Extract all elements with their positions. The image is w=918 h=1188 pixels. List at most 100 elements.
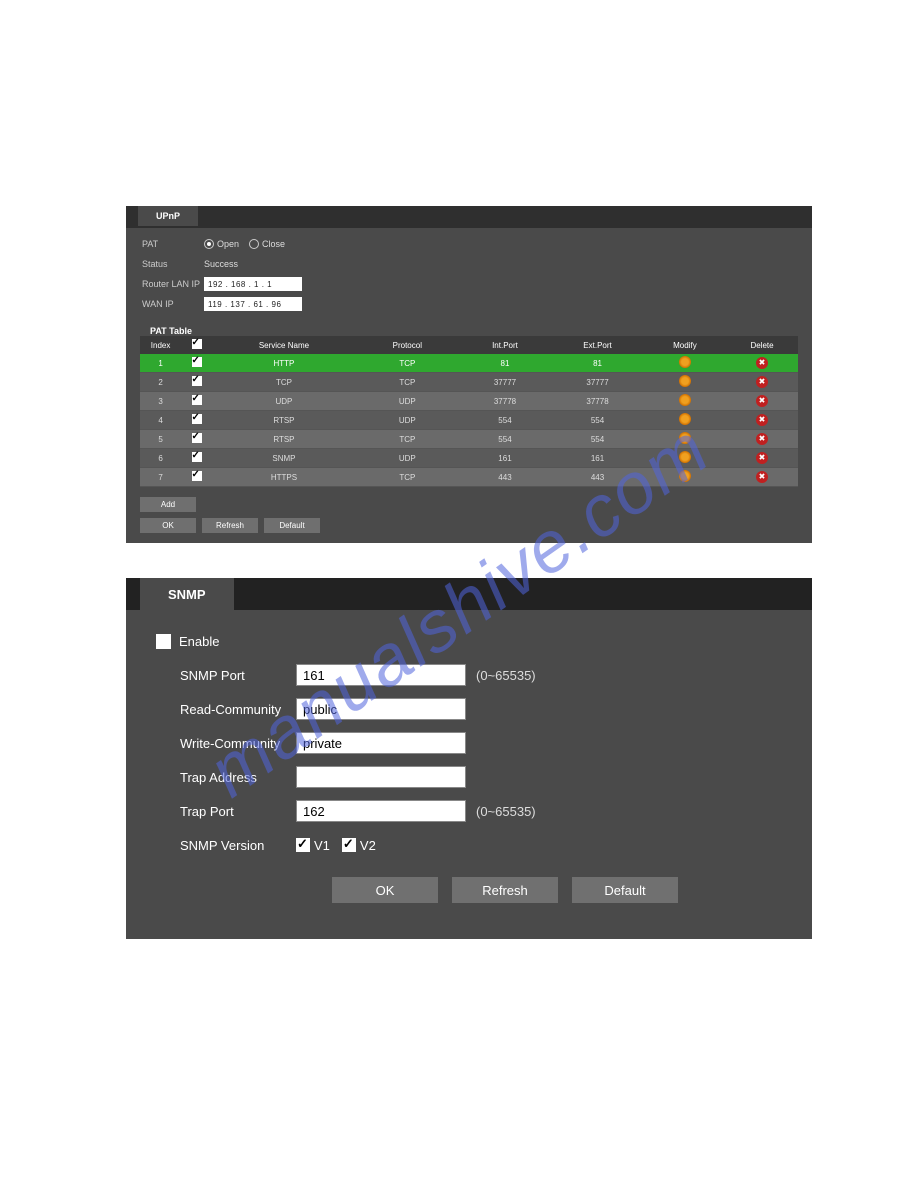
pat-header-row: Index Service Name Protocol Int.Port Ext… xyxy=(140,336,798,354)
col-protocol: Protocol xyxy=(356,336,459,354)
refresh-button[interactable]: Refresh xyxy=(202,518,258,533)
snmp-tabbar: SNMP xyxy=(126,578,812,610)
edit-icon[interactable] xyxy=(679,356,691,368)
cell-service: HTTP xyxy=(212,354,356,373)
add-button[interactable]: Add xyxy=(140,497,196,512)
snmp-port-hint: (0~65535) xyxy=(476,668,536,683)
pat-table: Index Service Name Protocol Int.Port Ext… xyxy=(140,336,798,487)
cell-intport: 443 xyxy=(459,468,552,487)
write-community-label: Write-Community xyxy=(156,736,296,751)
cell-extport: 81 xyxy=(551,354,644,373)
pat-open-radio[interactable] xyxy=(204,239,214,249)
cell-extport: 554 xyxy=(551,430,644,449)
delete-icon[interactable]: ✖ xyxy=(756,376,768,388)
v2-label: V2 xyxy=(360,838,376,853)
edit-icon[interactable] xyxy=(679,432,691,444)
trap-port-label: Trap Port xyxy=(156,804,296,819)
cell-index: 6 xyxy=(140,449,181,468)
cell-protocol: UDP xyxy=(356,411,459,430)
status-label: Status xyxy=(142,259,204,269)
pat-label: PAT xyxy=(142,239,204,249)
cell-protocol: TCP xyxy=(356,468,459,487)
row-checkbox[interactable] xyxy=(192,357,202,367)
delete-icon[interactable]: ✖ xyxy=(756,433,768,445)
col-check xyxy=(181,336,212,354)
row-checkbox[interactable] xyxy=(192,452,202,462)
write-community-input[interactable]: private xyxy=(296,732,466,754)
table-row[interactable]: 2TCPTCP3777737777✖ xyxy=(140,373,798,392)
cell-extport: 161 xyxy=(551,449,644,468)
row-checkbox[interactable] xyxy=(192,376,202,386)
cell-index: 3 xyxy=(140,392,181,411)
read-community-input[interactable]: public xyxy=(296,698,466,720)
header-checkbox[interactable] xyxy=(192,339,202,349)
delete-icon[interactable]: ✖ xyxy=(756,357,768,369)
wan-ip-label: WAN IP xyxy=(142,299,204,309)
trap-port-input[interactable]: 162 xyxy=(296,800,466,822)
edit-icon[interactable] xyxy=(679,375,691,387)
wan-ip-input[interactable]: 119 . 137 . 61 . 96 xyxy=(204,297,302,311)
table-row[interactable]: 4RTSPUDP554554✖ xyxy=(140,411,798,430)
default-button[interactable]: Default xyxy=(264,518,320,533)
row-checkbox[interactable] xyxy=(192,433,202,443)
edit-icon[interactable] xyxy=(679,394,691,406)
cell-intport: 37778 xyxy=(459,392,552,411)
edit-icon[interactable] xyxy=(679,470,691,482)
delete-icon[interactable]: ✖ xyxy=(756,452,768,464)
pat-close-label: Close xyxy=(262,239,285,249)
router-ip-input[interactable]: 192 . 168 . 1 . 1 xyxy=(204,277,302,291)
snmp-refresh-button[interactable]: Refresh xyxy=(452,877,558,903)
delete-icon[interactable]: ✖ xyxy=(756,395,768,407)
cell-service: TCP xyxy=(212,373,356,392)
table-row[interactable]: 7HTTPSTCP443443✖ xyxy=(140,468,798,487)
edit-icon[interactable] xyxy=(679,413,691,425)
table-row[interactable]: 3UDPUDP3777837778✖ xyxy=(140,392,798,411)
cell-service: RTSP xyxy=(212,411,356,430)
snmp-panel: SNMP Enable SNMP Port 161 (0~65535) Read… xyxy=(126,578,812,939)
tab-upnp[interactable]: UPnP xyxy=(138,206,198,226)
tab-snmp[interactable]: SNMP xyxy=(140,578,234,611)
col-intport: Int.Port xyxy=(459,336,552,354)
cell-intport: 554 xyxy=(459,430,552,449)
cell-intport: 554 xyxy=(459,411,552,430)
router-ip-label: Router LAN IP xyxy=(142,279,204,289)
col-extport: Ext.Port xyxy=(551,336,644,354)
cell-index: 4 xyxy=(140,411,181,430)
delete-icon[interactable]: ✖ xyxy=(756,414,768,426)
table-row[interactable]: 6SNMPUDP161161✖ xyxy=(140,449,798,468)
pat-table-title: PAT Table xyxy=(150,326,812,336)
cell-extport: 443 xyxy=(551,468,644,487)
table-row[interactable]: 5RTSPTCP554554✖ xyxy=(140,430,798,449)
enable-checkbox[interactable] xyxy=(156,634,171,649)
snmp-body: Enable SNMP Port 161 (0~65535) Read-Comm… xyxy=(126,610,812,903)
row-checkbox[interactable] xyxy=(192,471,202,481)
delete-icon[interactable]: ✖ xyxy=(756,471,768,483)
cell-intport: 37777 xyxy=(459,373,552,392)
row-checkbox[interactable] xyxy=(192,414,202,424)
cell-index: 7 xyxy=(140,468,181,487)
table-row[interactable]: 1HTTPTCP8181✖ xyxy=(140,354,798,373)
edit-icon[interactable] xyxy=(679,451,691,463)
v1-label: V1 xyxy=(314,838,330,853)
col-modify: Modify xyxy=(644,336,726,354)
v2-checkbox[interactable] xyxy=(342,838,356,852)
cell-index: 2 xyxy=(140,373,181,392)
cell-extport: 37778 xyxy=(551,392,644,411)
cell-protocol: TCP xyxy=(356,354,459,373)
snmp-ok-button[interactable]: OK xyxy=(332,877,438,903)
cell-extport: 37777 xyxy=(551,373,644,392)
trap-address-label: Trap Address xyxy=(156,770,296,785)
cell-service: UDP xyxy=(212,392,356,411)
row-checkbox[interactable] xyxy=(192,395,202,405)
upnp-tabbar: UPnP xyxy=(126,206,812,228)
ok-button[interactable]: OK xyxy=(140,518,196,533)
snmp-port-input[interactable]: 161 xyxy=(296,664,466,686)
cell-service: HTTPS xyxy=(212,468,356,487)
upnp-panel: UPnP PAT Open Close Status Success Route… xyxy=(126,206,812,543)
pat-close-radio[interactable] xyxy=(249,239,259,249)
cell-intport: 161 xyxy=(459,449,552,468)
v1-checkbox[interactable] xyxy=(296,838,310,852)
cell-service: SNMP xyxy=(212,449,356,468)
snmp-default-button[interactable]: Default xyxy=(572,877,678,903)
trap-address-input[interactable] xyxy=(296,766,466,788)
